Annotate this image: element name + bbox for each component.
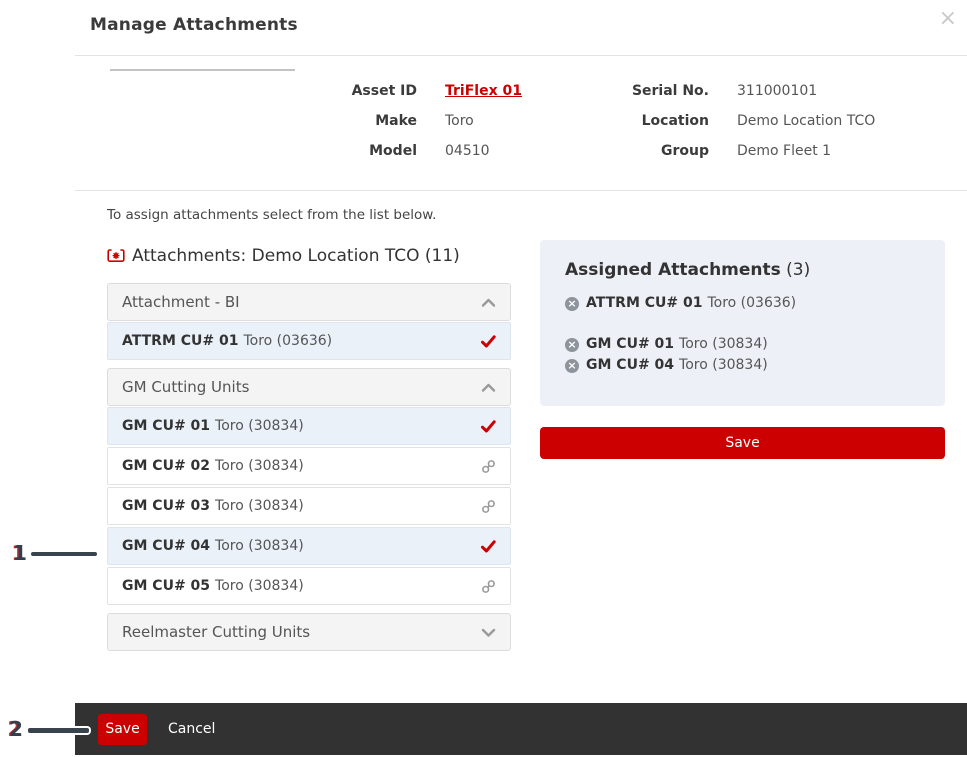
attachment-group-header[interactable]: Attachment - BI [107, 283, 511, 321]
assigned-item-name: GM CU# 04 [586, 355, 674, 376]
annotation-1-line [31, 552, 97, 556]
remove-icon[interactable]: × [565, 338, 579, 352]
section-divider [75, 190, 967, 191]
assigned-item-name: ATTRM CU# 01 [586, 293, 702, 314]
assigned-group: × ATTRM CU# 01Toro (03636) [565, 293, 920, 314]
attachment-item-detail: Toro (30834) [215, 538, 304, 554]
make-label: Make [90, 106, 417, 136]
chevron-down-icon [481, 627, 496, 638]
chevron-up-icon [481, 297, 496, 308]
attachment-item-detail: Toro (30834) [215, 498, 304, 514]
check-icon [481, 335, 496, 348]
assigned-panel-title: Assigned Attachments (3) [565, 260, 920, 280]
modal-title: Manage Attachments [90, 15, 298, 35]
footer-save-button[interactable]: Save [98, 714, 147, 745]
attachment-item-name: GM CU# 04 [122, 538, 210, 554]
attachment-item-name: ATTRM CU# 01 [122, 333, 238, 349]
assigned-item-name: GM CU# 01 [586, 334, 674, 355]
assigned-group: × GM CU# 01Toro (30834) × GM CU# 04Toro (30… [565, 334, 920, 376]
asset-image-placeholder [110, 69, 295, 71]
attachment-group-label: Attachment - BI [122, 293, 240, 311]
remove-icon[interactable]: × [565, 359, 579, 373]
attachment-item-name: GM CU# 05 [122, 578, 210, 594]
manage-attachments-modal: Manage Attachments × Asset ID TriFlex 01… [0, 0, 967, 757]
attachment-item-detail: Toro (30834) [215, 458, 304, 474]
attachment-group-label: Reelmaster Cutting Units [122, 623, 310, 641]
link-icon [481, 459, 496, 474]
serial-no-value: 311000101 [709, 76, 817, 106]
attachment-item-name: GM CU# 02 [122, 458, 210, 474]
attachment-item-name: GM CU# 01 [122, 418, 210, 434]
attachment-group-label: GM Cutting Units [122, 378, 249, 396]
attachment-group: Attachment - BI ATTRM CU# 01 Toro (03636) [107, 283, 511, 360]
attachment-group: Reelmaster Cutting Units [107, 613, 511, 651]
link-icon [481, 579, 496, 594]
attachment-item[interactable]: ATTRM CU# 01 Toro (03636) [107, 322, 511, 360]
model-label: Model [90, 136, 417, 166]
assigned-item-detail: Toro (30834) [679, 355, 768, 376]
assigned-item: × GM CU# 01Toro (30834) [565, 334, 920, 355]
instruction-text: To assign attachments select from the li… [107, 207, 436, 223]
assigned-item-detail: Toro (30834) [679, 334, 768, 355]
close-icon[interactable]: × [939, 8, 957, 30]
header-divider [75, 55, 967, 56]
attachment-item[interactable]: GM CU# 04 Toro (30834) [107, 527, 511, 565]
chevron-up-icon [481, 382, 496, 393]
attachment-gear-icon [107, 248, 125, 264]
attachment-item-detail: Toro (30834) [215, 578, 304, 594]
attachment-groups: Attachment - BI ATTRM CU# 01 Toro (03636) G… [107, 283, 511, 659]
annotation-2-line [28, 728, 89, 733]
attachment-item-detail: Toro (03636) [243, 333, 332, 349]
attachment-item[interactable]: GM CU# 02 Toro (30834) [107, 447, 511, 485]
link-icon [481, 499, 496, 514]
serial-no-label: Serial No. [560, 76, 709, 106]
assigned-attachments-panel: Assigned Attachments (3) ×ATTRM CU# 01To… [540, 240, 945, 406]
attachments-heading-text: Attachments: Demo Location TCO (11) [132, 246, 460, 266]
assigned-item: × GM CU# 04Toro (30834) [565, 355, 920, 376]
footer-cancel-button[interactable]: Cancel [168, 721, 215, 737]
footer-bar: Save Cancel [75, 703, 967, 755]
attachment-item[interactable]: GM CU# 01 Toro (30834) [107, 407, 511, 445]
panel-save-button[interactable]: Save [540, 427, 945, 459]
attachments-heading: Attachments: Demo Location TCO (11) [107, 246, 460, 266]
assigned-item: × ATTRM CU# 01Toro (03636) [565, 293, 920, 314]
assigned-panel-count: (3) [786, 260, 810, 280]
assigned-panel-title-text: Assigned Attachments [565, 260, 781, 280]
check-icon [481, 540, 496, 553]
assigned-items: × ATTRM CU# 01Toro (03636) × GM CU# 01Toro … [565, 293, 920, 376]
remove-icon[interactable]: × [565, 297, 579, 311]
make-value: Toro [417, 106, 474, 136]
annotation-1-number: 1 [13, 541, 27, 565]
attachment-item[interactable]: GM CU# 05 Toro (30834) [107, 567, 511, 605]
asset-id-link[interactable]: TriFlex 01 [445, 83, 522, 99]
attachment-group-header[interactable]: Reelmaster Cutting Units [107, 613, 511, 651]
attachment-item[interactable]: GM CU# 03 Toro (30834) [107, 487, 511, 525]
attachment-group: GM Cutting UnitsGM CU# 01Toro (30834)GM … [107, 368, 511, 605]
assigned-item-detail: Toro (03636) [707, 293, 796, 314]
group-label: Group [560, 136, 709, 166]
attachment-item-detail: Toro (30834) [215, 418, 304, 434]
model-value: 04510 [417, 136, 490, 166]
attachment-item-name: GM CU# 03 [122, 498, 210, 514]
location-value: Demo Location TCO [709, 106, 875, 136]
location-label: Location [560, 106, 709, 136]
asset-id-label: Asset ID [90, 76, 417, 106]
attachment-group-header[interactable]: GM Cutting Units [107, 368, 511, 406]
check-icon [481, 420, 496, 433]
group-value: Demo Fleet 1 [709, 136, 831, 166]
annotation-2-number: 2 [9, 717, 23, 741]
